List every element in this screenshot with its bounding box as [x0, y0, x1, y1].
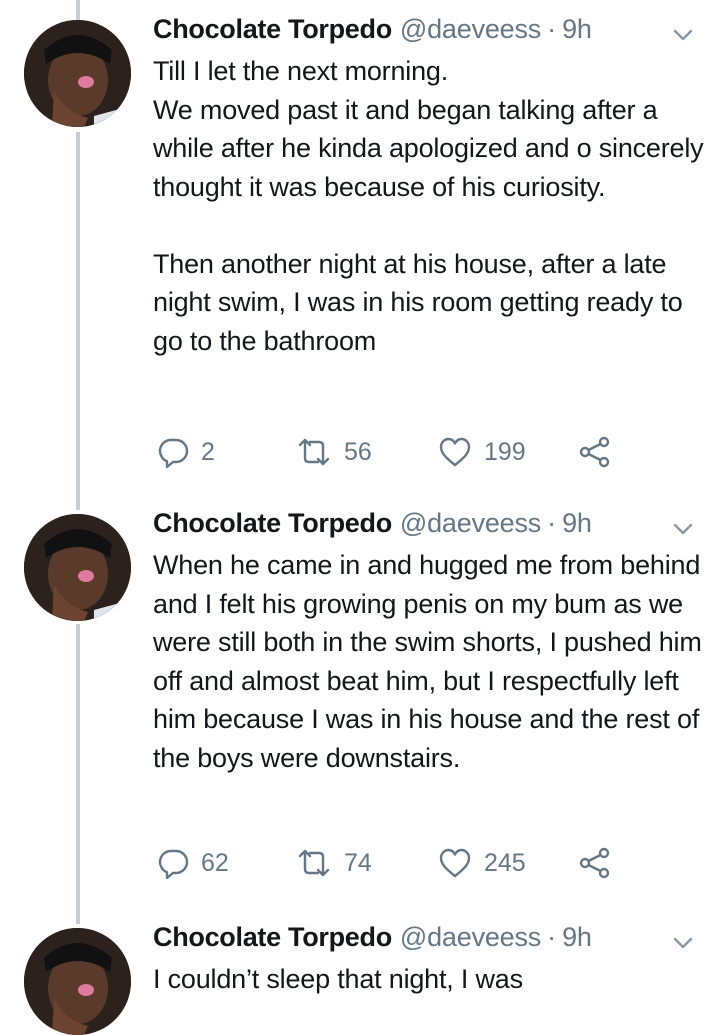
- reply-button[interactable]: 2: [157, 432, 215, 472]
- chevron-down-icon[interactable]: [672, 932, 694, 954]
- retweet-button[interactable]: 56: [296, 432, 372, 472]
- display-name[interactable]: Chocolate Torpedo: [153, 508, 392, 539]
- like-count: 245: [484, 848, 526, 877]
- heart-icon: [438, 436, 472, 468]
- retweet-count: 74: [344, 848, 372, 877]
- share-button[interactable]: [579, 843, 611, 883]
- heart-icon: [438, 847, 472, 879]
- avatar[interactable]: [24, 20, 131, 127]
- like-button[interactable]: 245: [438, 843, 526, 883]
- reply-button[interactable]: 62: [157, 843, 229, 883]
- user-handle[interactable]: @daeveess: [400, 14, 541, 45]
- timestamp[interactable]: 9h: [562, 14, 592, 45]
- separator: ·: [547, 508, 557, 538]
- tweet[interactable]: Chocolate Torpedo @daeveess · 9h Till I …: [0, 14, 720, 484]
- retweet-icon: [296, 847, 332, 879]
- retweet-count: 56: [344, 437, 372, 466]
- retweet-icon: [296, 436, 332, 468]
- chevron-down-icon[interactable]: [672, 518, 694, 540]
- separator: ·: [547, 14, 557, 44]
- timestamp[interactable]: 9h: [562, 922, 592, 953]
- tweet-header: Chocolate Torpedo @daeveess · 9h: [153, 922, 592, 962]
- separator: ·: [547, 922, 557, 952]
- user-handle[interactable]: @daeveess: [400, 508, 541, 539]
- tweet[interactable]: Chocolate Torpedo @daeveess · 9h I could…: [0, 922, 720, 1035]
- share-icon: [579, 847, 611, 879]
- share-icon: [579, 436, 611, 468]
- user-handle[interactable]: @daeveess: [400, 922, 541, 953]
- reply-icon: [157, 436, 189, 468]
- reply-count: 2: [201, 437, 215, 466]
- tweet-text: I couldn’t sleep that night, I was: [153, 964, 523, 994]
- share-button[interactable]: [579, 432, 611, 472]
- tweet-header: Chocolate Torpedo @daeveess · 9h: [153, 14, 592, 54]
- tweet[interactable]: Chocolate Torpedo @daeveess · 9h When he…: [0, 508, 720, 908]
- avatar[interactable]: [24, 928, 131, 1035]
- reply-count: 62: [201, 848, 229, 877]
- tweet-text: Till I let the next morning. We moved pa…: [153, 56, 704, 356]
- timestamp[interactable]: 9h: [562, 508, 592, 539]
- display-name[interactable]: Chocolate Torpedo: [153, 14, 392, 45]
- tweet-actions: 62 74 245: [153, 843, 633, 883]
- chevron-down-icon[interactable]: [672, 24, 694, 46]
- reply-icon: [157, 847, 189, 879]
- tweet-actions: 2 56 199: [153, 432, 633, 472]
- like-count: 199: [484, 437, 526, 466]
- retweet-button[interactable]: 74: [296, 843, 372, 883]
- display-name[interactable]: Chocolate Torpedo: [153, 922, 392, 953]
- like-button[interactable]: 199: [438, 432, 526, 472]
- tweet-header: Chocolate Torpedo @daeveess · 9h: [153, 508, 592, 548]
- avatar[interactable]: [24, 514, 131, 621]
- tweet-text: When he came in and hugged me from behin…: [153, 550, 702, 773]
